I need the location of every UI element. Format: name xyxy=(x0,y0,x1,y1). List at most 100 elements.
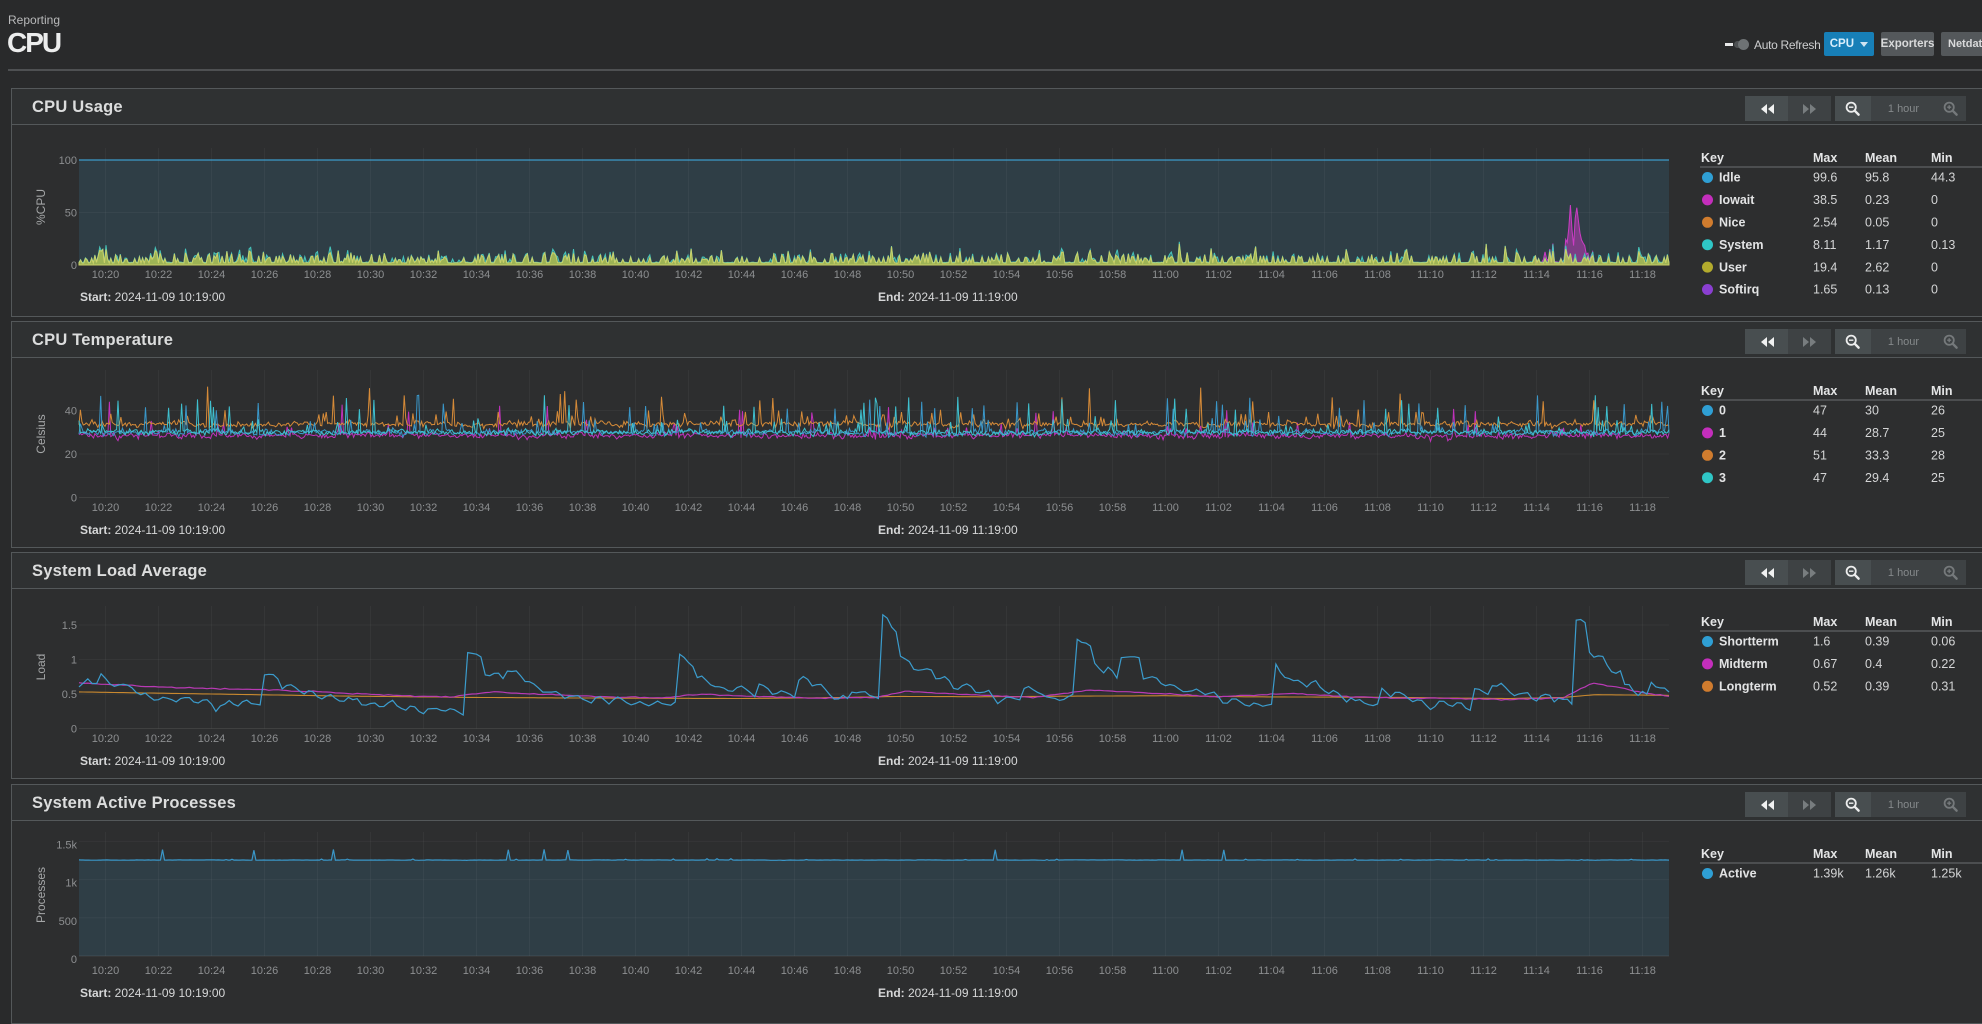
svg-text:Start: 2024-11-09 10:19:00: Start: 2024-11-09 10:19:00 xyxy=(80,986,226,1000)
svg-text:11:02: 11:02 xyxy=(1205,269,1232,281)
svg-text:10:38: 10:38 xyxy=(569,733,597,745)
svg-text:10:32: 10:32 xyxy=(410,965,438,977)
svg-text:Key: Key xyxy=(1701,151,1724,165)
svg-text:11:08: 11:08 xyxy=(1364,269,1391,281)
svg-text:0.31: 0.31 xyxy=(1931,680,1955,694)
svg-text:10:54: 10:54 xyxy=(993,502,1021,514)
svg-text:11:18: 11:18 xyxy=(1629,502,1656,514)
svg-text:10:58: 10:58 xyxy=(1099,965,1127,977)
svg-text:10:32: 10:32 xyxy=(410,733,438,745)
svg-text:10:24: 10:24 xyxy=(198,965,226,977)
svg-text:Load: Load xyxy=(34,654,48,681)
svg-text:10:28: 10:28 xyxy=(304,502,332,514)
svg-text:10:36: 10:36 xyxy=(516,269,544,281)
svg-text:Nice: Nice xyxy=(1719,216,1745,230)
svg-text:10:46: 10:46 xyxy=(781,733,809,745)
svg-text:10:34: 10:34 xyxy=(463,269,491,281)
svg-text:1.5k: 1.5k xyxy=(56,839,77,851)
svg-text:11:14: 11:14 xyxy=(1523,733,1550,745)
svg-text:11:08: 11:08 xyxy=(1364,965,1391,977)
svg-text:10:42: 10:42 xyxy=(675,733,703,745)
svg-text:Key: Key xyxy=(1701,384,1724,398)
svg-text:10:20: 10:20 xyxy=(92,965,120,977)
svg-text:10:52: 10:52 xyxy=(940,965,968,977)
svg-text:0: 0 xyxy=(1931,260,1938,274)
svg-text:10:20: 10:20 xyxy=(92,502,120,514)
svg-text:1.26k: 1.26k xyxy=(1865,867,1896,881)
svg-text:10:40: 10:40 xyxy=(622,269,650,281)
svg-text:25: 25 xyxy=(1931,471,1945,485)
svg-text:Key: Key xyxy=(1701,615,1724,629)
svg-text:0.52: 0.52 xyxy=(1813,680,1837,694)
svg-text:0: 0 xyxy=(71,724,77,736)
svg-text:Min: Min xyxy=(1931,384,1953,398)
svg-text:10:56: 10:56 xyxy=(1046,269,1074,281)
svg-text:10:44: 10:44 xyxy=(728,502,756,514)
svg-text:0: 0 xyxy=(1931,193,1938,207)
svg-text:10:52: 10:52 xyxy=(940,269,968,281)
svg-text:10:58: 10:58 xyxy=(1099,269,1127,281)
svg-text:10:38: 10:38 xyxy=(569,269,597,281)
svg-text:10:30: 10:30 xyxy=(357,733,385,745)
svg-text:Max: Max xyxy=(1813,615,1837,629)
svg-text:10:54: 10:54 xyxy=(993,965,1021,977)
svg-text:2.54: 2.54 xyxy=(1813,216,1837,230)
svg-text:10:34: 10:34 xyxy=(463,502,491,514)
svg-text:10:36: 10:36 xyxy=(516,965,544,977)
svg-text:Start: 2024-11-09 10:19:00: Start: 2024-11-09 10:19:00 xyxy=(80,290,226,304)
svg-text:11:18: 11:18 xyxy=(1629,733,1656,745)
svg-text:0.13: 0.13 xyxy=(1865,283,1889,297)
svg-text:10:56: 10:56 xyxy=(1046,965,1074,977)
svg-text:11:18: 11:18 xyxy=(1629,269,1656,281)
svg-text:Mean: Mean xyxy=(1865,151,1897,165)
svg-text:Idle: Idle xyxy=(1719,171,1741,185)
svg-text:10:46: 10:46 xyxy=(781,502,809,514)
svg-text:11:04: 11:04 xyxy=(1258,269,1285,281)
svg-text:1.39k: 1.39k xyxy=(1813,867,1844,881)
svg-text:10:26: 10:26 xyxy=(251,733,279,745)
svg-text:11:18: 11:18 xyxy=(1629,965,1656,977)
svg-text:Softirq: Softirq xyxy=(1719,283,1759,297)
svg-text:0.39: 0.39 xyxy=(1865,680,1889,694)
svg-text:10:32: 10:32 xyxy=(410,269,438,281)
svg-text:0.67: 0.67 xyxy=(1813,657,1837,671)
svg-text:10:22: 10:22 xyxy=(145,733,173,745)
svg-text:10:50: 10:50 xyxy=(887,733,915,745)
svg-text:95.8: 95.8 xyxy=(1865,171,1889,185)
svg-text:28.7: 28.7 xyxy=(1865,426,1889,440)
svg-text:47: 47 xyxy=(1813,404,1827,418)
svg-text:11:10: 11:10 xyxy=(1417,502,1444,514)
svg-text:10:58: 10:58 xyxy=(1099,733,1127,745)
svg-text:Shortterm: Shortterm xyxy=(1719,635,1779,649)
svg-text:11:10: 11:10 xyxy=(1417,269,1444,281)
svg-text:3: 3 xyxy=(1719,471,1726,485)
svg-text:10:44: 10:44 xyxy=(728,733,756,745)
svg-text:11:02: 11:02 xyxy=(1205,965,1232,977)
svg-text:10:30: 10:30 xyxy=(357,269,385,281)
svg-text:10:38: 10:38 xyxy=(569,502,597,514)
svg-text:0.05: 0.05 xyxy=(1865,216,1889,230)
svg-text:0.23: 0.23 xyxy=(1865,193,1889,207)
svg-text:30: 30 xyxy=(1865,404,1879,418)
svg-text:0.13: 0.13 xyxy=(1931,238,1955,252)
svg-text:Iowait: Iowait xyxy=(1719,193,1755,207)
svg-text:10:24: 10:24 xyxy=(198,733,226,745)
svg-text:500: 500 xyxy=(59,916,77,928)
svg-text:Max: Max xyxy=(1813,384,1837,398)
svg-text:1: 1 xyxy=(1719,426,1726,440)
svg-text:10:54: 10:54 xyxy=(993,269,1021,281)
svg-text:11:16: 11:16 xyxy=(1576,965,1603,977)
svg-text:11:04: 11:04 xyxy=(1258,965,1285,977)
svg-text:10:48: 10:48 xyxy=(834,965,862,977)
svg-text:47: 47 xyxy=(1813,471,1827,485)
svg-text:Min: Min xyxy=(1931,847,1953,861)
svg-text:Mean: Mean xyxy=(1865,384,1897,398)
svg-text:Max: Max xyxy=(1813,847,1837,861)
svg-text:10:44: 10:44 xyxy=(728,965,756,977)
svg-text:0.22: 0.22 xyxy=(1931,657,1955,671)
svg-text:11:08: 11:08 xyxy=(1364,502,1391,514)
svg-text:End: 2024-11-09 11:19:00: End: 2024-11-09 11:19:00 xyxy=(878,523,1018,537)
svg-text:11:16: 11:16 xyxy=(1576,502,1603,514)
svg-text:10:40: 10:40 xyxy=(622,502,650,514)
svg-text:10:44: 10:44 xyxy=(728,269,756,281)
